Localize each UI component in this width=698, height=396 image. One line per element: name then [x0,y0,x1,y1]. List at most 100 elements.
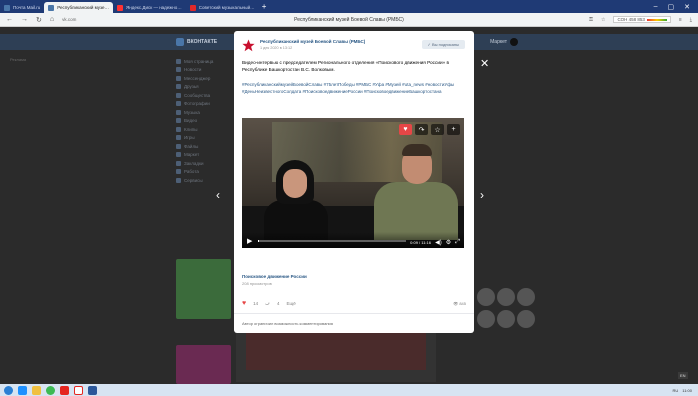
tray-language[interactable]: RU [673,388,679,393]
heart-icon[interactable]: ♥ [399,124,412,135]
menu-item[interactable]: Файлы [176,142,231,151]
subscribed-button[interactable]: ✓ Вы подписаны [421,40,465,49]
video-progress [258,240,260,242]
like-icon[interactable]: ♥ [242,300,246,307]
tab-yandex-disk[interactable]: Яндекс.Диск — надежно… [113,2,186,13]
share-icon[interactable]: ↷ [415,124,428,135]
start-icon[interactable] [4,385,13,395]
video-person-man [374,144,458,240]
video-time: 0:09 / 11:16 [410,240,431,245]
menu-item[interactable]: Маркет [176,151,231,160]
volume-icon[interactable]: ◀) [435,239,442,246]
vk-left-menu: Моя страница Новости Мессенджер Друзья С… [176,57,231,185]
fullscreen-icon[interactable]: ⤢ [455,239,460,246]
window-controls: – ▢ ✕ [654,3,698,11]
browser-tabbar: Почта Mail.ru Республиканский музе… Янде… [0,0,698,13]
video-title-link[interactable]: Поисковое движение России [242,274,307,279]
promo-banner[interactable] [176,259,231,319]
avatar [510,38,518,46]
group-name-link[interactable]: Республиканский музей Боевой Славы (РМБС… [260,39,365,44]
folder-icon[interactable] [32,385,41,395]
post-hashtags[interactable]: #РеспубликанскиймузейБоевойСлавы #75летП… [242,81,466,95]
home-icon[interactable]: ⌂ [50,16,54,23]
repost-icon[interactable]: ⤻ [265,301,270,306]
tab-mail[interactable]: Почта Mail.ru [0,2,44,13]
video-views: 208 просмотров [242,281,272,286]
tab-label: Яндекс.Диск — надежно… [126,5,182,10]
music-icon [189,4,196,11]
reload-icon[interactable]: ↻ [36,16,42,24]
post-views: 👁 845 [453,301,466,306]
new-tab-button[interactable]: + [262,2,267,11]
comments-disabled-note: Автор ограничил возможность комментирова… [242,321,333,326]
address-bar: ← → ↻ ⌂ vk.com Республиканский музей Бое… [0,13,698,27]
menu-item[interactable]: Работа [176,168,231,177]
menu-item[interactable]: Клипы [176,125,231,134]
yandex-disk-icon[interactable] [74,385,83,395]
video-person-woman [264,160,328,240]
download-icon[interactable]: ⤓ [690,17,692,23]
promo-banner[interactable] [176,345,231,384]
menu-item[interactable]: Новости [176,66,231,75]
word-icon[interactable] [88,385,97,395]
add-icon[interactable]: + [447,124,460,135]
key-icon[interactable]: ⚿ [589,17,593,23]
back-icon[interactable]: ← [6,16,13,23]
video-controls: ▶ 0:09 / 11:16 ◀) ⚙ ⤢ [242,232,464,248]
vk-icon [48,4,55,11]
menu-item[interactable]: Закладки [176,159,231,168]
video-seekbar[interactable] [258,240,406,242]
menu-item[interactable]: Сообщества [176,91,231,100]
yandex-icon [117,4,124,11]
close-modal-icon[interactable]: ✕ [480,57,489,70]
menu-item[interactable]: Фотографии [176,100,231,109]
post-text: Видео-интервью с председателем Региональ… [242,60,449,72]
menu-item[interactable]: Мессенджер [176,74,231,83]
minimize-icon[interactable]: – [654,3,658,11]
tab-label: Республиканский музе… [57,5,110,10]
menu-item[interactable]: Моя страница [176,57,231,66]
more-button[interactable]: Ещё [287,301,296,306]
close-window-icon[interactable]: ✕ [684,3,690,11]
prev-post-icon[interactable]: ‹ [216,188,220,202]
internet-explorer-icon[interactable] [18,385,27,395]
yandex-browser-icon[interactable] [60,385,69,395]
menu-item[interactable]: Игры [176,134,231,143]
language-badge[interactable]: EN [678,372,688,379]
post-modal: Республиканский музей Боевой Славы (РМБС… [234,31,474,333]
maximize-icon[interactable]: ▢ [668,3,675,11]
play-icon[interactable]: ▶ [247,237,252,245]
video-player[interactable]: ♥ ↷ ☆ + ▶ 0:09 / 11:16 ◀) ⚙ ⤢ [242,118,464,248]
menu-item[interactable]: Музыка [176,108,231,117]
bookmark-icon[interactable]: ☆ [601,17,605,23]
tab-label: Советский музыкальный… [198,5,255,10]
menu-item[interactable]: Друзья [176,83,231,92]
right-column [476,287,536,331]
settings-icon[interactable]: ⚙ [446,239,451,246]
bookmark-video-icon[interactable]: ☆ [431,124,444,135]
post-header: Республиканский музей Боевой Славы (РМБС… [242,39,365,52]
vk-user-menu[interactable]: Маркет [490,38,518,46]
vk-logo[interactable]: ВКОНТАКТЕ [176,38,217,46]
video-actions: ♥ ↷ ☆ + [399,124,460,135]
url-field[interactable]: vk.com [62,17,76,22]
group-avatar[interactable] [242,39,255,52]
menu-item[interactable]: Видео [176,117,231,126]
menu-icon[interactable]: ≡ [679,17,682,23]
tab-vk[interactable]: Республиканский музе… [44,2,114,13]
chrome-icon[interactable] [46,385,55,395]
system-tray: RU 11:00 [673,388,698,393]
like-count: 14 [253,301,259,306]
tray-clock[interactable]: 11:00 [682,388,692,393]
menu-item[interactable]: Сервисы [176,176,231,185]
forward-icon[interactable]: → [21,16,28,23]
next-post-icon[interactable]: › [480,188,484,202]
taskbar: RU 11:00 [0,384,698,396]
money-widget[interactable]: СОН 458 853 [613,16,671,23]
tab-music[interactable]: Советский музыкальный… [186,2,259,13]
mail-icon [4,4,10,11]
repost-count: 4 [276,301,280,306]
red-star-icon [242,39,255,52]
post-date[interactable]: 1 дек 2020 в 13:12 [260,46,365,50]
tab-label: Почта Mail.ru [13,5,41,10]
